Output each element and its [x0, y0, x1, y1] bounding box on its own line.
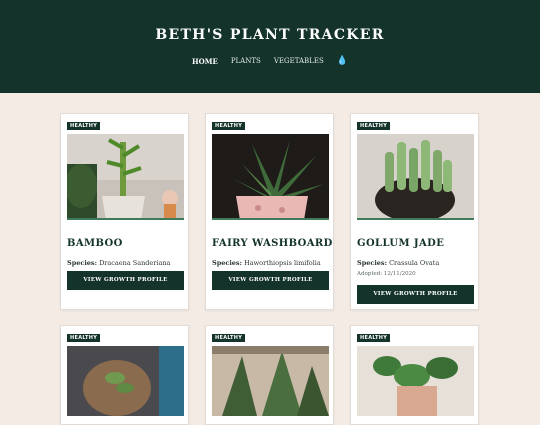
status-badge: HEALTHY: [357, 122, 391, 130]
nav-home[interactable]: HOME: [192, 57, 218, 66]
plant-card: HEALTHY FAIRY WASHBOARD Species: Haworth…: [205, 113, 334, 310]
plant-name: FAIRY WASHBOARD: [212, 238, 333, 249]
plant-name: GOLLUM JADE: [357, 238, 445, 249]
plant-photo: [212, 346, 329, 416]
plant-card: HEALTHY: [60, 325, 189, 425]
status-badge: HEALTHY: [67, 122, 101, 130]
water-drop-icon[interactable]: 💧: [337, 57, 348, 66]
plant-photo: [357, 346, 474, 416]
main-nav: HOME PLANTS VEGETABLES 💧: [0, 57, 540, 67]
site-title: BETH'S PLANT TRACKER: [155, 27, 385, 43]
plant-card: HEALTHY BAMBOO Species: Dracaena Sanderi…: [60, 113, 189, 310]
plant-card: HEALTHY: [350, 325, 479, 425]
view-growth-profile-button[interactable]: VIEW GROWTH PROFILE: [212, 271, 329, 290]
plant-photo: [357, 134, 474, 220]
status-badge: HEALTHY: [212, 334, 246, 342]
plant-species: Species: Haworthiopsis limifolia: [212, 259, 321, 267]
plant-species: Species: Crassula Ovata: [357, 259, 440, 267]
plant-name: BAMBOO: [67, 238, 123, 249]
view-growth-profile-button[interactable]: VIEW GROWTH PROFILE: [357, 285, 474, 304]
status-badge: HEALTHY: [67, 334, 101, 342]
status-badge: HEALTHY: [212, 122, 246, 130]
site-header: BETH'S PLANT TRACKER HOME PLANTS VEGETAB…: [0, 0, 540, 93]
plant-card: HEALTHY GOLLUM JADE Species: Crassula Ov…: [350, 113, 479, 310]
view-growth-profile-button[interactable]: VIEW GROWTH PROFILE: [67, 271, 184, 290]
plant-species: Species: Dracaena Sanderiana: [67, 259, 171, 267]
nav-vegetables[interactable]: VEGETABLES: [274, 57, 324, 66]
nav-plants[interactable]: PLANTS: [231, 57, 261, 66]
plant-photo: [67, 134, 184, 220]
plant-photo: [67, 346, 184, 416]
plant-photo: [212, 134, 329, 220]
status-badge: HEALTHY: [357, 334, 391, 342]
adopted-date: Adopted: 12/11/2020: [357, 271, 416, 277]
plant-card: HEALTHY: [205, 325, 334, 425]
